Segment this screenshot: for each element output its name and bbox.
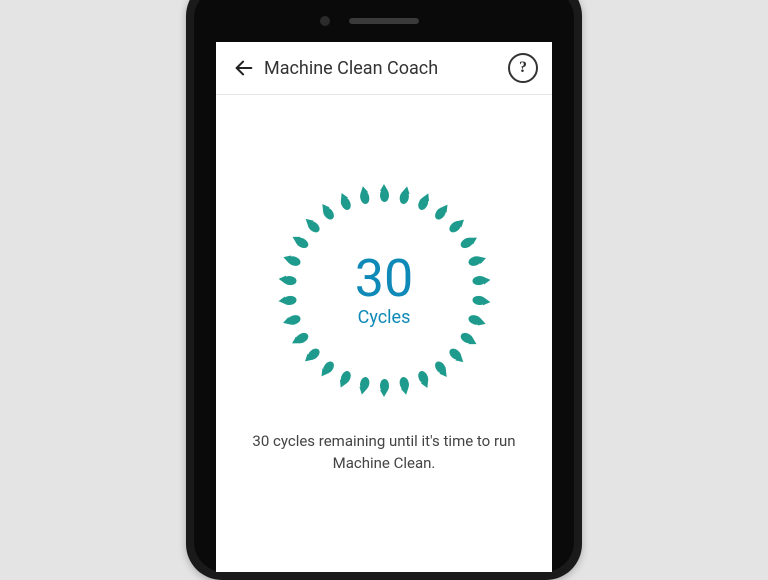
page-title: Machine Clean Coach [258,58,508,79]
back-button[interactable] [230,54,258,82]
droplet-icon [472,295,486,305]
cycle-count-value: 30 [355,253,413,305]
droplet-icon [283,275,297,285]
cycle-count-unit: Cycles [358,307,411,328]
droplet-icon [380,189,389,202]
app-screen: Machine Clean Coach ? 30 Cycles 30 cycle… [216,42,552,572]
main-content: 30 Cycles 30 cycles remaining until it's… [216,95,552,475]
droplet-icon [472,275,486,285]
device-bezel: Machine Clean Coach ? 30 Cycles 30 cycle… [194,0,574,572]
status-message: 30 cycles remaining until it's time to r… [216,431,552,475]
arrow-left-icon [233,57,255,79]
app-header: Machine Clean Coach ? [216,42,552,95]
device-frame: Machine Clean Coach ? 30 Cycles 30 cycle… [186,0,582,580]
cycle-ring: 30 Cycles [279,185,489,395]
droplet-icon [283,295,297,305]
droplet-icon [380,379,389,392]
device-camera [320,16,330,26]
cycle-counter: 30 Cycles [279,185,489,395]
device-speaker [349,18,419,24]
help-button[interactable]: ? [508,53,538,83]
help-icon: ? [519,59,527,77]
